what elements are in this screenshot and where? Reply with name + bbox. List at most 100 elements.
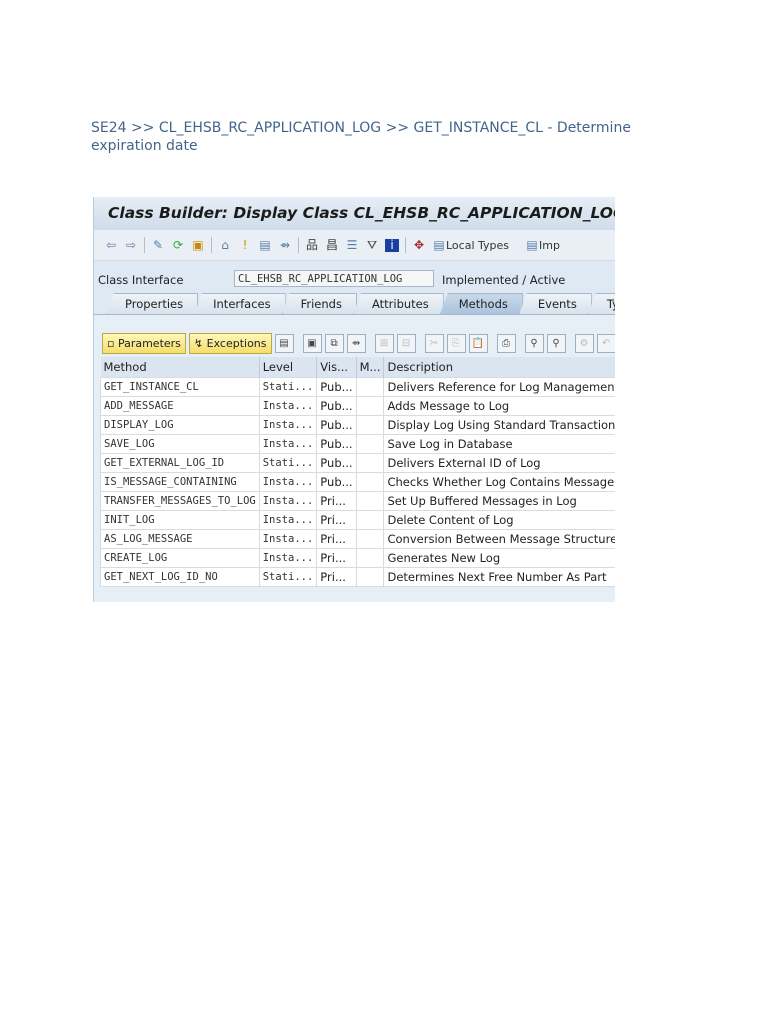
class-icon[interactable]: ✥ — [412, 238, 426, 252]
cell-visibility[interactable]: Pri... — [316, 548, 357, 568]
undo-icon[interactable]: ↶ — [596, 334, 615, 353]
cell-method[interactable]: AS_LOG_MESSAGE — [100, 529, 260, 549]
cell-visibility[interactable]: Pub... — [316, 434, 357, 454]
cell-level[interactable]: Insta... — [258, 510, 318, 530]
paste-icon[interactable]: 📋 — [468, 334, 488, 353]
list-icon[interactable]: ☰ — [345, 238, 359, 252]
cell-visibility[interactable]: Pub... — [316, 377, 357, 397]
local-types-button[interactable]: ▤Local Types — [432, 238, 509, 252]
class-interface-field[interactable]: CL_EHSB_RC_APPLICATION_LOG — [234, 270, 434, 287]
cell-visibility[interactable]: Pub... — [316, 472, 357, 492]
cell-visibility[interactable]: Pri... — [316, 510, 357, 530]
cell-method[interactable]: GET_NEXT_LOG_ID_NO — [100, 567, 260, 587]
cell-visibility[interactable]: Pri... — [316, 529, 357, 549]
column-level[interactable]: Level — [259, 357, 318, 378]
cell-visibility[interactable]: Pub... — [316, 453, 357, 473]
detail-view-icon[interactable]: ▤ — [274, 334, 294, 353]
cell-modeled[interactable] — [355, 377, 385, 397]
cell-method[interactable]: SAVE_LOG — [100, 434, 260, 454]
cell-description[interactable]: Display Log Using Standard Transaction — [383, 415, 615, 435]
table-row[interactable]: GET_INSTANCE_CL Stati... Pub... Delivers Re… — [100, 377, 615, 397]
cell-visibility[interactable]: Pub... — [316, 415, 357, 435]
cell-level[interactable]: Stati... — [258, 567, 318, 587]
find-next-icon[interactable]: ⚲ — [546, 334, 566, 353]
tab-types[interactable]: Types — [587, 293, 615, 315]
cell-description[interactable]: Conversion Between Message Structures — [383, 529, 615, 549]
column-visibility[interactable]: Vis... — [316, 357, 357, 378]
table-row[interactable]: SAVE_LOG Insta... Pub... Save Log in Databa… — [100, 434, 615, 454]
tree-icon[interactable]: 品 — [305, 238, 319, 252]
cell-level[interactable]: Insta... — [258, 434, 318, 454]
tab-friends[interactable]: Friends — [281, 293, 357, 315]
cell-modeled[interactable] — [355, 548, 385, 568]
navigate-icon[interactable]: ⇴ — [278, 238, 292, 252]
cell-modeled[interactable] — [355, 434, 385, 454]
table-row[interactable]: IS_MESSAGE_CONTAINING Insta... Pub... Check… — [100, 472, 615, 492]
insert-row-icon[interactable]: ⊞ — [374, 334, 394, 353]
cell-method[interactable]: IS_MESSAGE_CONTAINING — [100, 472, 260, 492]
cell-method[interactable]: GET_INSTANCE_CL — [100, 377, 260, 397]
cell-level[interactable]: Insta... — [258, 472, 318, 492]
table-row[interactable]: AS_LOG_MESSAGE Insta... Pri... Conversion B… — [100, 529, 615, 549]
source-code-icon[interactable]: ▣ — [302, 334, 322, 353]
cell-modeled[interactable] — [355, 415, 385, 435]
tab-events[interactable]: Events — [518, 293, 592, 315]
navigate-icon[interactable]: ⇴ — [346, 334, 366, 353]
tab-attributes[interactable]: Attributes — [352, 293, 444, 315]
cell-level[interactable]: Insta... — [258, 396, 318, 416]
find-icon[interactable]: ⚲ — [524, 334, 544, 353]
column-method[interactable]: Method — [100, 357, 260, 378]
edit-icon[interactable]: ✎ — [151, 238, 165, 252]
delete-row-icon[interactable]: ⊟ — [396, 334, 416, 353]
filter-icon[interactable]: ⛛ — [365, 238, 379, 252]
table-row[interactable]: INIT_LOG Insta... Pri... Delete Content of … — [100, 510, 615, 530]
cell-modeled[interactable] — [355, 491, 385, 511]
print-icon[interactable]: ⎙ — [496, 334, 516, 353]
hierarchy-icon[interactable]: ⌂ — [218, 238, 232, 252]
cell-modeled[interactable] — [355, 529, 385, 549]
cell-modeled[interactable] — [355, 567, 385, 587]
forward-arrow-icon[interactable]: ⇨ — [124, 238, 138, 252]
cell-visibility[interactable]: Pub... — [316, 396, 357, 416]
tab-properties[interactable]: Properties — [106, 293, 199, 315]
cell-method[interactable]: TRANSFER_MESSAGES_TO_LOG — [100, 491, 260, 511]
cell-description[interactable]: Delete Content of Log — [383, 510, 615, 530]
cell-description[interactable]: Determines Next Free Number As Part — [383, 567, 615, 587]
parameters-button[interactable]: ▫ Parameters — [102, 333, 186, 354]
cell-description[interactable]: Checks Whether Log Contains Message(s) — [383, 472, 615, 492]
object-icon[interactable]: ▣ — [191, 238, 205, 252]
cell-level[interactable]: Stati... — [258, 377, 318, 397]
cell-modeled[interactable] — [355, 453, 385, 473]
copy-icon[interactable]: ⎘ — [446, 334, 466, 353]
cell-level[interactable]: Insta... — [258, 548, 318, 568]
cell-level[interactable]: Insta... — [258, 491, 318, 511]
back-arrow-icon[interactable]: ⇦ — [104, 238, 118, 252]
cell-modeled[interactable] — [355, 510, 385, 530]
tab-methods[interactable]: Methods — [439, 293, 523, 315]
table-row[interactable]: GET_EXTERNAL_LOG_ID Stati... Pub... Deliver… — [100, 453, 615, 473]
column-description[interactable]: Description — [383, 357, 615, 378]
table-row[interactable]: GET_NEXT_LOG_ID_NO Stati... Pri... Determin… — [100, 567, 615, 587]
cell-description[interactable]: Delivers External ID of Log — [383, 453, 615, 473]
settings-icon[interactable]: ⚙ — [574, 334, 594, 353]
cell-description[interactable]: Adds Message to Log — [383, 396, 615, 416]
cell-description[interactable]: Set Up Buffered Messages in Log — [383, 491, 615, 511]
cell-description[interactable]: Save Log in Database — [383, 434, 615, 454]
cell-description[interactable]: Delivers Reference for Log Management — [383, 377, 615, 397]
cell-level[interactable]: Insta... — [258, 529, 318, 549]
cell-method[interactable]: GET_EXTERNAL_LOG_ID — [100, 453, 260, 473]
copy-object-icon[interactable]: ⧉ — [324, 334, 344, 353]
where-used-icon[interactable]: ǃ — [238, 238, 252, 252]
activate-icon[interactable]: ⟳ — [171, 238, 185, 252]
table-row[interactable]: ADD_MESSAGE Insta... Pub... Adds Message to… — [100, 396, 615, 416]
tab-interfaces[interactable]: Interfaces — [194, 293, 286, 315]
cell-method[interactable]: INIT_LOG — [100, 510, 260, 530]
cell-description[interactable]: Generates New Log — [383, 548, 615, 568]
cell-level[interactable]: Insta... — [258, 415, 318, 435]
cut-icon[interactable]: ✂ — [424, 334, 444, 353]
table-row[interactable]: TRANSFER_MESSAGES_TO_LOG Insta... Pri... Se… — [100, 491, 615, 511]
cell-modeled[interactable] — [355, 396, 385, 416]
cell-visibility[interactable]: Pri... — [316, 491, 357, 511]
implementation-button[interactable]: ▤Imp — [525, 238, 560, 252]
cell-method[interactable]: CREATE_LOG — [100, 548, 260, 568]
